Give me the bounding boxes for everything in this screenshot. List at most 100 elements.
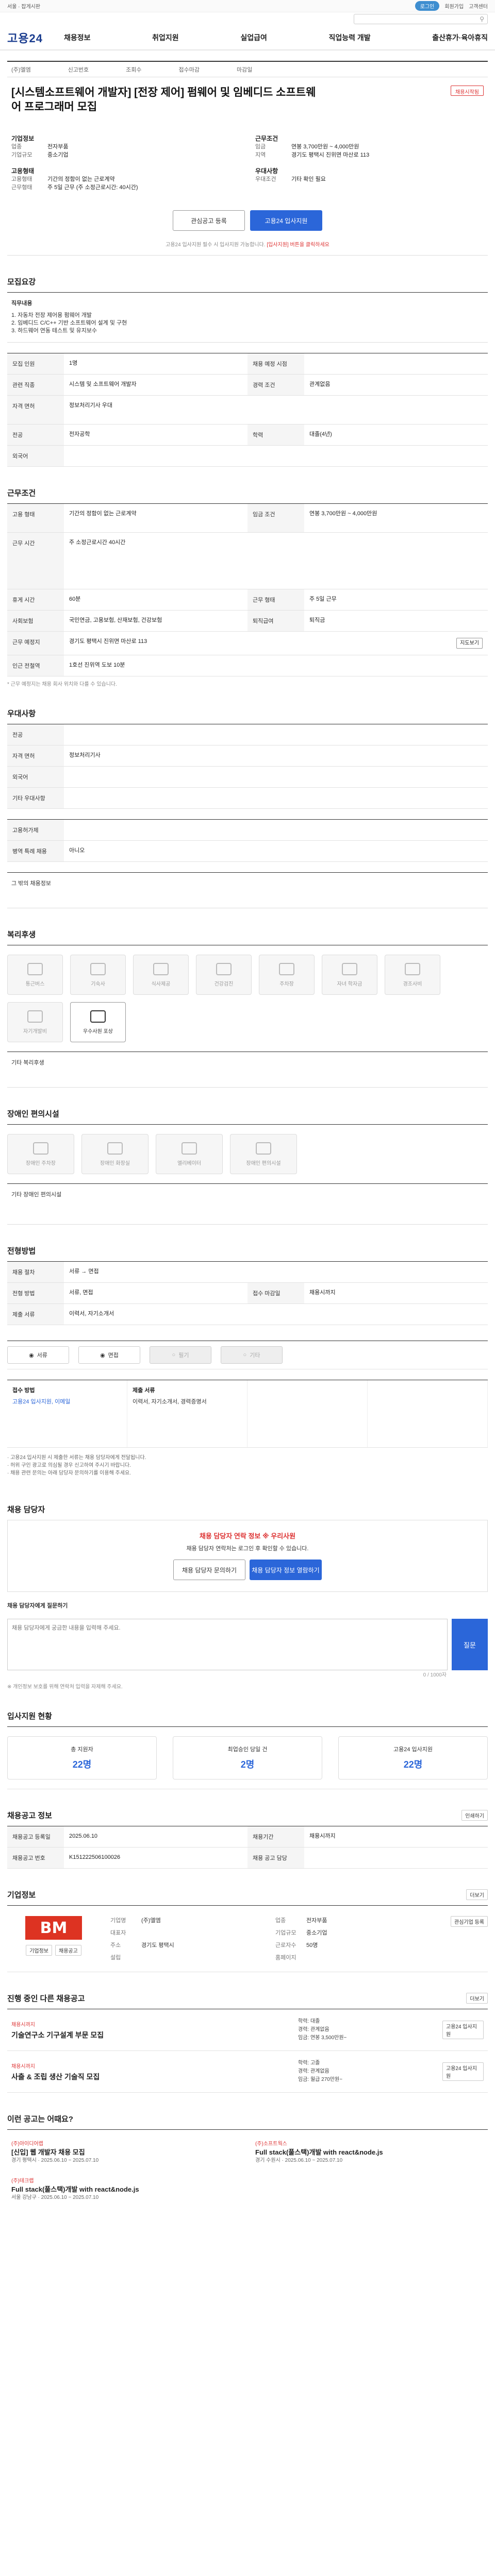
conditions-note: * 근무 예정지는 채용 회사 위치와 다를 수 있습니다. [7,682,117,687]
td: 1호선 진위역 도보 10분 [69,662,125,668]
top-strip: 서울 · 잡게시판 로그인 회원가입 고객센터 [0,0,495,12]
apply-small-button[interactable]: 고용24 입사지원 [442,2021,484,2039]
th: 근무 형태 [248,589,304,610]
site-logo[interactable]: 고용24 [7,29,64,46]
section-contact-title: 채용 담당자 [7,1505,45,1514]
question-input[interactable] [7,1619,448,1670]
th: 전공 [7,724,64,745]
company-more-button[interactable]: 더보기 [466,1889,488,1900]
option-label: 필기 [178,1352,189,1359]
cv [306,1953,440,1961]
td [64,788,488,808]
job-tag: 채용시까지 [11,2063,35,2070]
th: 인근 전철역 [7,655,64,676]
nav-training[interactable]: 직업능력 개발 [328,32,370,43]
td: 경기도 평택시 진위면 마산로 113 지도보기 [64,632,488,655]
company-info-button[interactable]: 기업정보 [26,1945,52,1956]
apply-button[interactable]: 고용24 입사지원 [250,210,322,231]
company-jobs-button[interactable]: 채용공고 [55,1945,81,1956]
option-document[interactable]: ◉ 서류 [7,1346,69,1364]
elevator-icon [182,1142,197,1155]
sum-val: 주 5일 근무 (주 소정근로시간: 40시간) [47,184,138,191]
company-info: 기업명 (주)엘엠 업종 전자부품 대표자 기업규모 중소기업 주소 경기도 평택시 근로자수… [110,1916,440,1961]
list-item[interactable]: 채용시까지 사출 & 조립 생산 기술직 모집 학력: 고졸 경력: 관계없음 임금:… [7,2051,488,2093]
td: 정보처리기사 우대 [69,402,113,409]
td [64,767,488,787]
sum-pref-head: 우대사항 [255,167,278,175]
list-item[interactable]: 채용시까지 기술연구소 기구설계 부문 모집 학력: 대졸 경력: 관계없음 임금: … [7,2009,488,2051]
th: 관련 직종 [7,375,64,395]
bullets: · 고용24 입사지원 시 제출한 서류는 채용 담당자에게 전달됩니다. · … [7,1448,488,1483]
job-title: [시스템소프트웨어 개발자] [전장 제어] 펌웨어 및 임베디드 소프트웨어 … [11,87,316,113]
ck: 설립 [110,1955,121,1961]
duty-box: 직무내용 1. 자동차 전장 제어용 펌웨어 개발 2. 임베디드 C/C++ … [7,292,488,343]
question-label: 채용 담당자에게 질문하기 [7,1603,68,1609]
search-icon[interactable]: ⚲ [480,15,484,23]
question-count: 0 / 1000자 [423,1672,447,1678]
rec-title[interactable]: Full stack(풀스택)개발 with react&node.js [11,2185,240,2194]
rec-card[interactable]: (주)아이디어랩 [신입] 웹 개발자 채용 모집 경기 평택시 · 2025.06… [11,2140,240,2165]
job-meta: 학력: 고졸 [298,2060,320,2066]
disability-other-label: 기타 장애인 편의시설 [11,1192,62,1198]
radio-icon: ◉ [29,1352,34,1359]
job-meta: 학력: 대졸 [298,2019,320,2024]
signup-link[interactable]: 회원가입 [444,2,464,10]
sum-val: 중소기업 [47,152,69,158]
login-button[interactable]: 로그인 [415,1,440,11]
fav-company-button[interactable]: 관심기업 등록 [451,1916,488,1927]
td: 아니오 [69,848,85,854]
search-input[interactable]: ⚲ [354,14,488,24]
scrap-button[interactable]: 관심공고 등록 [173,210,245,231]
nav-benefit[interactable]: 실업급여 [240,32,267,43]
question-note: ※ 개인정보 보호를 위해 연락처 입력을 자제해 주세요. [7,1684,123,1690]
rec-card[interactable]: (주)소프트웍스 Full stack(풀스택)개발 with react&nod… [255,2140,484,2165]
bullet: · 고용24 입사지원 시 제출한 서류는 채용 담당자에게 전달됩니다. [7,1455,146,1461]
nav-recruit[interactable]: 채용정보 [64,32,91,43]
contact-inquiry-button[interactable]: 채용 담당자 문의하기 [173,1560,245,1580]
th: 외국어 [7,767,64,787]
help-link[interactable]: 고객센터 [469,2,488,10]
th: 병역 특례 채용 [7,841,64,861]
sum-key: 고용형태 [11,176,32,182]
welfare-label: 자기개발비 [23,1028,47,1035]
job-title-link[interactable]: 사출 & 조립 생산 기술직 모집 [11,2072,298,2082]
option-interview[interactable]: ◉ 면접 [78,1346,140,1364]
th: 휴게 시간 [7,589,64,610]
welfare-other-label: 기타 복리후생 [11,1060,44,1066]
contact-view-button[interactable]: 채용 담당자 정보 열람하기 [250,1560,322,1580]
td: 서류, 면접 [69,1290,93,1296]
rec-card[interactable]: (주)테크랩 Full stack(풀스택)개발 with react&node.… [11,2177,240,2202]
ck: 기업명 [110,1918,126,1924]
job-title-link[interactable]: 기술연구소 기구설계 부문 모집 [11,2030,298,2040]
sum-val: 기타 확인 필요 [291,176,326,182]
cv [141,1928,275,1937]
th: 자격 면허 [7,396,64,424]
parking-icon [279,962,294,975]
sum-val: 연봉 3,700만원 ~ 4,000만원 [291,144,359,150]
td [64,446,488,466]
other-more-button[interactable]: 더보기 [466,1993,488,2004]
cv [141,1953,275,1961]
rec-title[interactable]: Full stack(풀스택)개발 with react&node.js [255,2148,484,2157]
print-button[interactable]: 인쇄하기 [461,1810,488,1821]
job-meta: 경력: 관계없음 [298,2069,329,2074]
workplace-address: 경기도 평택시 진위면 마산로 113 [69,638,147,645]
map-button[interactable]: 지도보기 [456,638,483,649]
method-cell [368,1380,488,1447]
nav-leave[interactable]: 출산휴가·육아휴직 [432,32,488,43]
th: 학력 [248,425,304,445]
th: 외국어 [7,446,64,466]
th: 채용 절차 [7,1262,64,1282]
question-submit-button[interactable]: 질문 [452,1619,488,1670]
td: 60분 [69,596,81,602]
td: 퇴직금 [309,617,325,623]
company-name[interactable]: (주)엘엠 [11,65,31,74]
rec-title[interactable]: [신입] 웹 개발자 채용 모집 [11,2148,240,2157]
contact-box: 채용 담당자 연락 정보 ※ 우리사원 채용 담당자 연락처는 로그인 후 확인… [7,1520,488,1592]
apply-small-button[interactable]: 고용24 입사지원 [442,2062,484,2081]
nav-support[interactable]: 취업지원 [152,32,179,43]
stat-label: 총 지원자 [71,1747,93,1753]
welfare-label: 자녀 학자금 [337,981,362,987]
th: 채용 공고 담당 [248,1848,304,1868]
td [64,820,488,840]
